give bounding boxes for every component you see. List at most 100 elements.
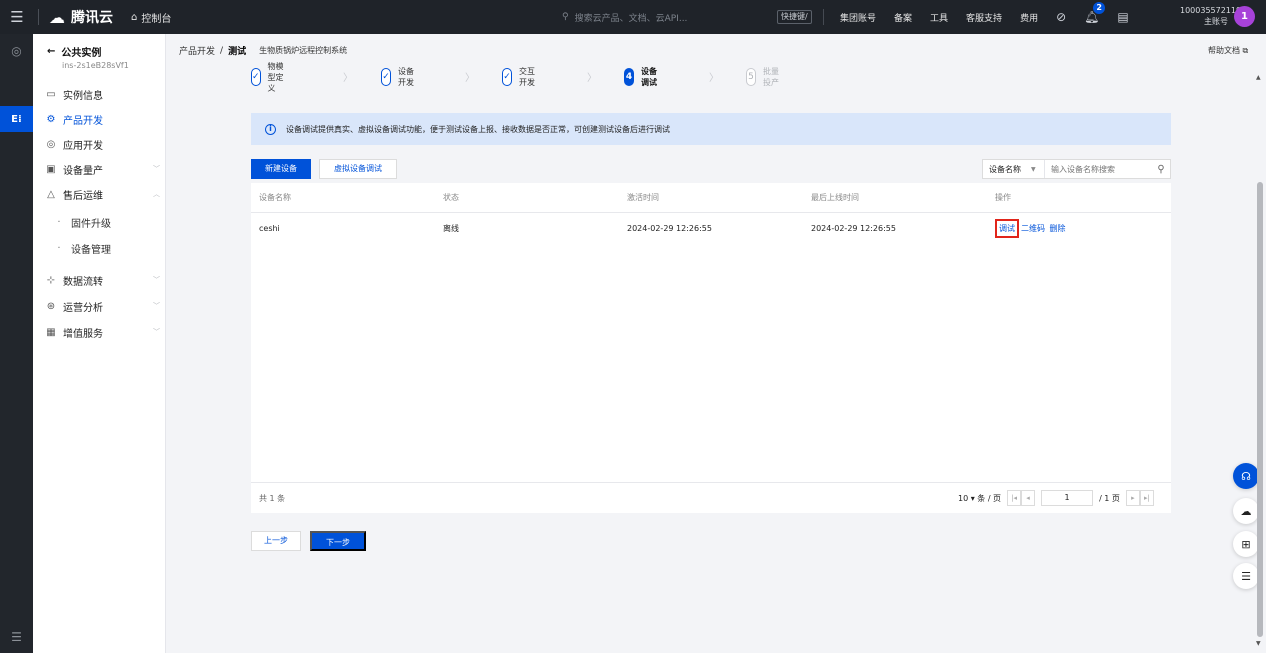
device-filter: 设备名称 ▼ ⚲: [982, 159, 1171, 179]
sidebar-item-after-sales[interactable]: △ 售后运维 ︿: [45, 183, 160, 205]
gear-icon: ⚙: [46, 113, 56, 125]
triangle-icon: △: [47, 188, 55, 200]
top-link-tools[interactable]: 工具: [930, 11, 948, 24]
next-step-button[interactable]: 下一步: [310, 531, 366, 551]
sidebar-item-data-flow[interactable]: ⊹ 数据流转 ﹀: [45, 269, 160, 291]
device-table-panel: 设备名称 状态 激活时间 最后上线时间 操作 ceshi 离线 2024-02-…: [251, 183, 1171, 513]
iot-explorer-icon[interactable]: E⁞: [0, 106, 33, 132]
debug-button[interactable]: 调试: [995, 218, 1019, 238]
check-icon: ✓: [502, 68, 512, 86]
page-size-select[interactable]: 10 ▾ 条 / 页: [958, 493, 1001, 504]
col-header-status: 状态: [435, 183, 619, 213]
sidebar-item-instance-info[interactable]: ▭ 实例信息: [45, 83, 160, 105]
help-docs-link[interactable]: 帮助文档 ⧉: [1208, 45, 1248, 56]
device-actions: 调试 二维码 删除: [987, 212, 1171, 244]
sidebar-item-device-management[interactable]: · 设备管理: [53, 237, 168, 259]
scroll-up-icon[interactable]: ▲: [1256, 74, 1261, 81]
col-header-activated: 激活时间: [619, 183, 803, 213]
filter-field-select[interactable]: 设备名称 ▼: [983, 160, 1045, 178]
arrow-left-icon: ←: [47, 46, 56, 57]
total-count: 共 1 条: [259, 493, 286, 503]
bell-icon[interactable]: 🔔︎ 2: [1084, 2, 1106, 24]
device-activated-time: 2024-02-29 12:26:55: [627, 223, 712, 233]
top-links: 集团账号 备案 工具 客服支持 费用 ⊘ 🔔︎ 2 ▤: [840, 0, 1129, 34]
step-interaction-dev[interactable]: ✓ 交互开发: [502, 67, 535, 87]
step-device-dev[interactable]: ✓ 设备开发: [381, 67, 414, 87]
check-icon: ✓: [251, 68, 261, 86]
chart-icon: ⊛: [46, 300, 56, 312]
device-name-link[interactable]: ceshi: [251, 212, 435, 244]
page-of: / 1 页: [1099, 493, 1120, 503]
brand-logo[interactable]: ☁ 腾讯云: [49, 7, 113, 27]
account-info[interactable]: 100035572119 主账号: [1180, 5, 1241, 27]
breadcrumb-root[interactable]: 产品开发: [179, 44, 215, 57]
page-number-input[interactable]: 1: [1041, 490, 1094, 506]
virtual-debug-button[interactable]: 虚拟设备调试: [319, 159, 397, 179]
col-header-last-online: 最后上线时间: [803, 183, 987, 213]
back-button[interactable]: ← 公共实例: [47, 44, 129, 59]
instance-id: ins-2s1eB28sVf1: [62, 61, 129, 70]
hamburger-menu-icon[interactable]: ☰: [0, 0, 34, 34]
chevron-down-icon: ﹀: [153, 328, 160, 336]
new-device-button[interactable]: 新建设备: [251, 159, 311, 179]
breadcrumb-current: 测试: [228, 47, 247, 57]
top-link-billing[interactable]: 费用: [1020, 11, 1038, 24]
last-page-icon[interactable]: ▸|: [1139, 490, 1154, 506]
console-link[interactable]: ⌂ 控制台: [131, 10, 171, 25]
info-notice: i 设备调试提供真实、虚拟设备调试功能，便于测试设备上报、接收数据是否正常，可创…: [251, 113, 1171, 145]
shortcut-badge: 快捷键/: [777, 10, 812, 24]
device-status: 离线: [443, 223, 459, 233]
qrcode-button[interactable]: 二维码: [1021, 224, 1045, 233]
sidebar-item-product-dev[interactable]: ⚙ 产品开发: [45, 108, 160, 130]
scrollbar-thumb[interactable]: [1257, 182, 1263, 637]
device-table: 设备名称 状态 激活时间 最后上线时间 操作 ceshi 离线 2024-02-…: [251, 183, 1171, 244]
prev-page-icon[interactable]: ◂: [1021, 490, 1036, 506]
cloud-logo-icon: ☁: [49, 7, 65, 27]
table-row: ceshi 离线 2024-02-29 12:26:55 2024-02-29 …: [251, 212, 1171, 244]
cart-icon[interactable]: ▤: [1117, 10, 1128, 24]
pagination: 10 ▾ 条 / 页 |◂ ◂ 1 / 1 页 ▸ ▸|: [958, 490, 1154, 506]
col-header-name: 设备名称: [251, 183, 435, 213]
info-icon: i: [265, 123, 276, 135]
top-link-group-account[interactable]: 集团账号: [840, 11, 876, 24]
top-bar: ☰ ☁ 腾讯云 ⌂ 控制台 ⚲ 搜索云产品、文档、云API... 快捷键/ 集团…: [0, 0, 1266, 34]
step-thing-model[interactable]: ✓ 物模型定义: [251, 62, 284, 93]
service-icon: ▦: [46, 326, 56, 338]
settings-circle-icon[interactable]: ◎: [0, 38, 33, 64]
top-link-support[interactable]: 客服支持: [966, 11, 1002, 24]
prev-step-button[interactable]: 上一步: [251, 531, 301, 551]
device-last-online-time: 2024-02-29 12:26:55: [811, 223, 896, 233]
chevron-down-icon: ﹀: [153, 165, 160, 173]
step-device-debug[interactable]: 4 设备调试: [624, 67, 657, 87]
app-icon: ◎: [46, 138, 56, 150]
top-link-filing[interactable]: 备案: [894, 11, 912, 24]
chevron-right-icon: 〉: [709, 73, 719, 84]
next-page-icon[interactable]: ▸: [1125, 490, 1140, 506]
chip-icon: ▣: [46, 163, 56, 175]
avatar[interactable]: 1: [1234, 6, 1255, 27]
chevron-right-icon: 〉: [465, 73, 475, 84]
device-search-input[interactable]: [1044, 164, 1152, 174]
compass-icon[interactable]: ⊘: [1056, 10, 1066, 24]
chevron-down-icon: ﹀: [153, 276, 160, 284]
table-header-row: 设备名称 状态 激活时间 最后上线时间 操作: [251, 183, 1171, 213]
first-page-icon[interactable]: |◂: [1007, 490, 1022, 506]
sidebar: ← 公共实例 ins-2s1eB28sVf1 ▭ 实例信息 ⚙ 产品开发 ◎ 应…: [33, 34, 166, 653]
step-mass-production[interactable]: 5 批量投产: [746, 67, 779, 87]
project-name: 生物质锅炉远程控制系统: [259, 46, 348, 55]
sidebar-item-app-dev[interactable]: ◎ 应用开发: [45, 133, 160, 155]
check-icon: ✓: [381, 68, 391, 86]
collapse-menu-icon[interactable]: ☰: [0, 624, 33, 650]
pagination-footer: 共 1 条 10 ▾ 条 / 页 |◂ ◂ 1 / 1 页 ▸ ▸|: [251, 482, 1171, 513]
sidebar-item-firmware-upgrade[interactable]: · 固件升级: [53, 211, 168, 233]
search-icon: ⚲: [562, 12, 569, 22]
sidebar-item-mass-production[interactable]: ▣ 设备量产 ﹀: [45, 158, 160, 180]
search-icon[interactable]: ⚲: [1152, 164, 1170, 175]
scroll-down-icon[interactable]: ▼: [1256, 640, 1261, 647]
left-rail: ◎ E⁞ ☰: [0, 34, 33, 653]
sidebar-item-operation-analysis[interactable]: ⊛ 运营分析 ﹀: [45, 295, 160, 317]
delete-button[interactable]: 删除: [1050, 224, 1066, 233]
chevron-right-icon: 〉: [343, 73, 353, 84]
sidebar-item-value-added[interactable]: ▦ 增值服务 ﹀: [45, 321, 160, 343]
sidebar-header: ← 公共实例 ins-2s1eB28sVf1: [47, 44, 129, 70]
